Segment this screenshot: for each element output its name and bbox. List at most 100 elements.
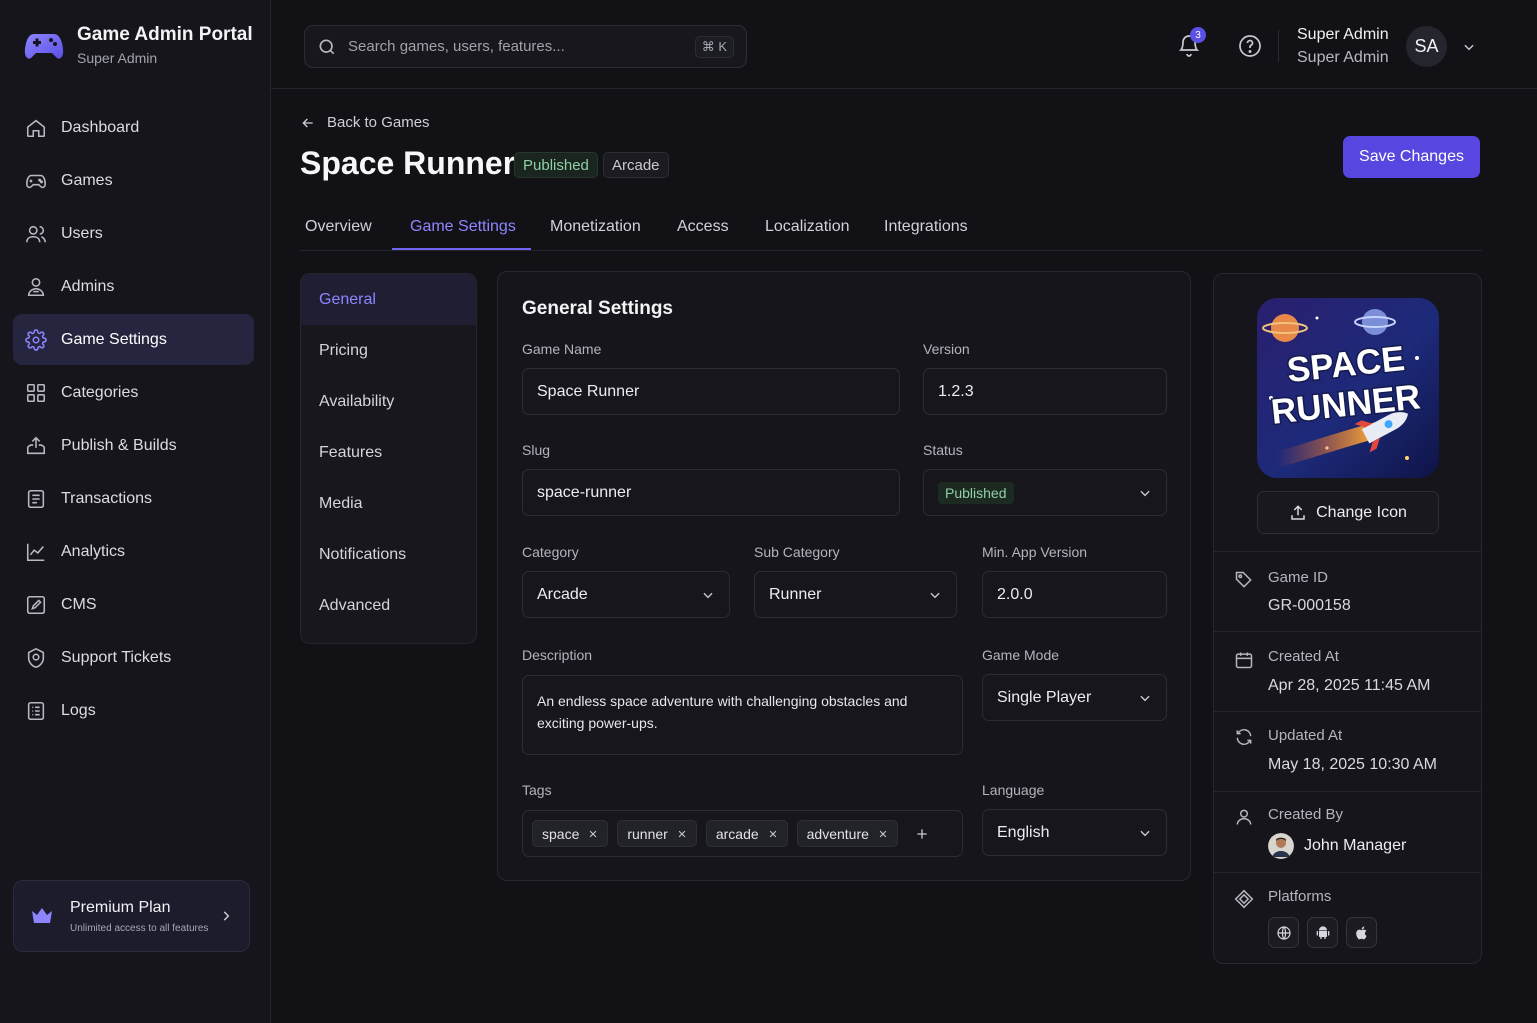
sidebar-item-dashboard[interactable]: Dashboard — [13, 102, 254, 153]
subnav-pricing[interactable]: Pricing — [301, 325, 476, 376]
tags-input[interactable]: space runner arcade adventure — [522, 810, 963, 857]
platforms-label: Platforms — [1268, 888, 1332, 905]
sidebar-item-categories[interactable]: Categories — [13, 367, 254, 418]
sidebar-item-label: Games — [61, 171, 113, 189]
search-icon — [319, 39, 335, 54]
platform-ios[interactable] — [1346, 917, 1377, 948]
category-select[interactable]: Arcade — [522, 571, 730, 618]
game-id-label: Game ID — [1268, 569, 1329, 586]
sidebar-item-admins[interactable]: Admins — [13, 261, 254, 312]
min-app-version-label: Min. App Version — [982, 544, 1088, 560]
upload-box-icon — [26, 436, 46, 454]
game-name-field[interactable]: Space Runner — [522, 368, 900, 415]
sidebar-item-transactions[interactable]: Transactions — [13, 473, 254, 524]
sidebar-item-label: CMS — [61, 595, 97, 613]
tab-access[interactable]: Access — [677, 218, 729, 236]
android-icon — [1316, 925, 1329, 939]
close-icon[interactable] — [677, 829, 687, 839]
sidebar-item-label: Logs — [61, 701, 96, 719]
status-label: Status — [923, 442, 963, 458]
language-select[interactable]: English — [982, 809, 1167, 856]
space-runner-artwork: SPACE RUNNER — [1257, 298, 1439, 478]
notification-count-badge: 3 — [1190, 27, 1206, 43]
close-icon[interactable] — [588, 829, 598, 839]
avatar[interactable]: SA — [1406, 26, 1447, 67]
notifications-button[interactable]: 3 — [1177, 27, 1206, 59]
subnav-availability[interactable]: Availability — [301, 376, 476, 427]
plus-icon[interactable] — [915, 827, 929, 841]
sidebar-item-users[interactable]: Users — [13, 208, 254, 259]
premium-title: Premium Plan — [70, 898, 171, 916]
game-id-value: GR-000158 — [1268, 597, 1351, 614]
sidebar-item-label: Admins — [61, 277, 115, 295]
admins-icon — [27, 277, 45, 296]
sidebar-item-support-tickets[interactable]: Support Tickets — [13, 632, 254, 683]
created-at-label: Created At — [1268, 648, 1339, 665]
game-name-label: Game Name — [522, 341, 602, 357]
chevron-right-icon — [223, 911, 230, 921]
sub-category-value: Runner — [769, 585, 822, 603]
sidebar-item-publish-builds[interactable]: Publish & Builds — [13, 420, 254, 471]
min-app-version-value: 2.0.0 — [997, 585, 1033, 603]
subnav-media[interactable]: Media — [301, 478, 476, 529]
game-mode-select[interactable]: Single Player — [982, 674, 1167, 721]
min-app-version-field[interactable]: 2.0.0 — [982, 571, 1167, 618]
version-field[interactable]: 1.2.3 — [923, 368, 1167, 415]
back-to-games-link[interactable]: Back to Games — [300, 114, 430, 131]
subnav-features[interactable]: Features — [301, 427, 476, 478]
subnav-notifications[interactable]: Notifications — [301, 529, 476, 580]
status-select[interactable]: Published — [923, 469, 1167, 516]
sidebar-item-games[interactable]: Games — [13, 155, 254, 206]
brand[interactable]: Game Admin Portal Super Admin — [24, 24, 253, 66]
tag-label: space — [542, 825, 580, 842]
gamepad-logo-icon — [24, 34, 64, 59]
home-icon — [26, 119, 46, 137]
close-icon[interactable] — [878, 829, 888, 839]
support-icon — [27, 647, 45, 668]
slug-field[interactable]: space-runner — [522, 469, 900, 516]
subnav-general[interactable]: General — [301, 274, 476, 325]
sidebar-item-label: Categories — [61, 383, 139, 401]
platform-android[interactable] — [1307, 917, 1338, 948]
sidebar-item-logs[interactable]: Logs — [13, 685, 254, 736]
help-button[interactable] — [1238, 34, 1262, 58]
creator[interactable]: John Manager — [1268, 833, 1406, 859]
subnav-advanced[interactable]: Advanced — [301, 580, 476, 631]
platforms-icon — [1234, 889, 1254, 909]
user-menu[interactable]: Super Admin Super Admin — [1297, 26, 1389, 67]
sidebar-item-analytics[interactable]: Analytics — [13, 526, 254, 577]
tab-monetization[interactable]: Monetization — [550, 218, 641, 236]
help-icon — [1239, 35, 1261, 57]
sidebar-item-cms[interactable]: CMS — [13, 579, 254, 630]
tag-chip: arcade — [705, 820, 788, 847]
save-changes-button[interactable]: Save Changes — [1343, 136, 1480, 178]
back-label: Back to Games — [327, 114, 430, 131]
tab-overview[interactable]: Overview — [305, 218, 372, 236]
premium-plan-card[interactable]: Premium Plan Unlimited access to all fea… — [13, 880, 250, 952]
tab-game-settings[interactable]: Game Settings — [410, 218, 516, 236]
description-textarea[interactable]: An endless space adventure with challeng… — [522, 675, 963, 755]
slug-label: Slug — [522, 442, 551, 458]
search-bar[interactable]: ⌘ K — [304, 25, 747, 68]
platform-web[interactable] — [1268, 917, 1299, 948]
page-title: Space Runner — [300, 145, 516, 181]
chevron-down-icon — [703, 592, 713, 598]
category-label: Category — [522, 544, 579, 560]
sidebar-item-label: Game Settings — [61, 330, 167, 348]
tab-localization[interactable]: Localization — [765, 218, 850, 236]
tag-chip: adventure — [796, 820, 898, 847]
chevron-down-icon[interactable] — [1462, 40, 1476, 54]
tags-label: Tags — [522, 782, 552, 798]
sidebar-item-label: Support Tickets — [61, 648, 172, 666]
updated-at-label: Updated At — [1268, 727, 1343, 744]
search-input[interactable] — [348, 38, 695, 55]
tab-integrations[interactable]: Integrations — [884, 218, 968, 236]
sub-category-select[interactable]: Runner — [754, 571, 957, 618]
close-icon[interactable] — [768, 829, 778, 839]
tag-label: adventure — [806, 825, 869, 842]
change-icon-button[interactable]: Change Icon — [1257, 491, 1439, 534]
pen-box-icon — [26, 595, 46, 614]
premium-subtitle: Unlimited access to all features — [70, 922, 209, 934]
sidebar-item-game-settings[interactable]: Game Settings — [13, 314, 254, 365]
info-row-created-at: Created At Apr 28, 2025 11:45 AM — [1214, 631, 1481, 711]
